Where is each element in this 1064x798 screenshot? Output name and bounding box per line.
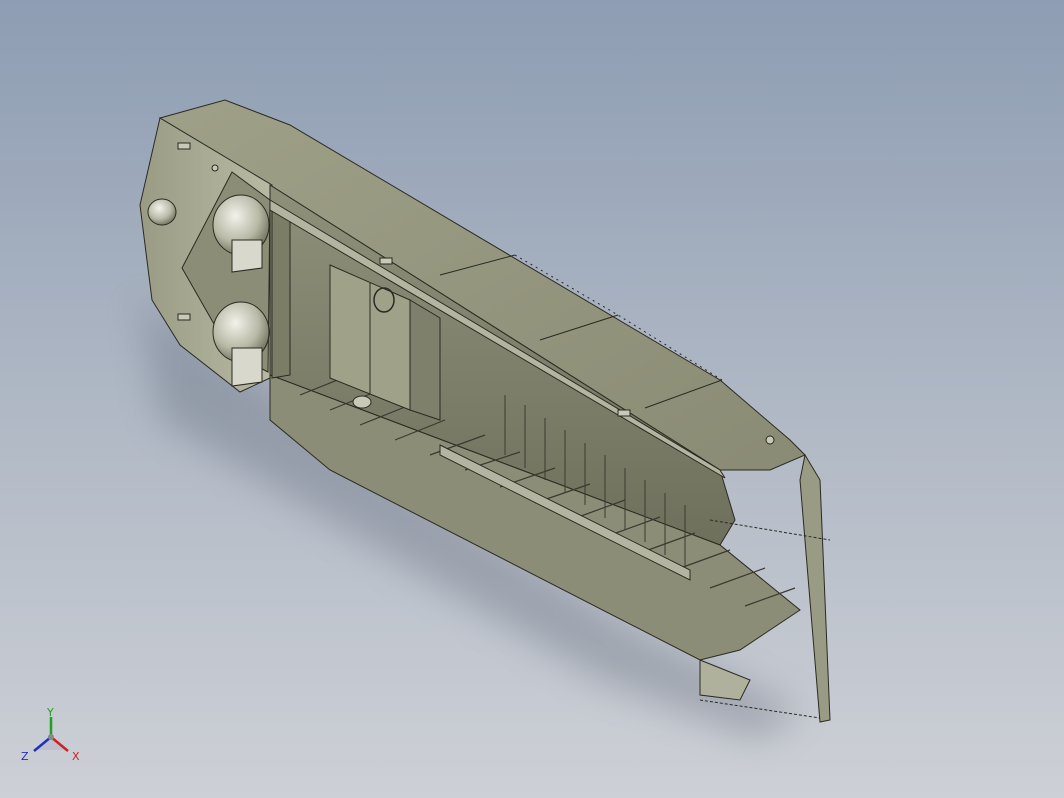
bow-ramp-lip bbox=[699, 659, 751, 701]
bow-ramp[interactable] bbox=[799, 453, 831, 723]
bulkhead-frame bbox=[409, 299, 441, 421]
y-axis-label: Y bbox=[47, 706, 54, 719]
z-axis-label: Z bbox=[21, 750, 29, 763]
coordinate-triad-icon[interactable]: Y X Z bbox=[20, 705, 85, 770]
landing-craft-model[interactable] bbox=[0, 0, 1064, 798]
graphics-viewport[interactable]: Y X Z bbox=[0, 0, 1064, 798]
capstan-icon bbox=[352, 395, 372, 409]
stern-porthole bbox=[147, 198, 177, 226]
bulkhead-wall bbox=[271, 207, 291, 379]
x-axis-label: X bbox=[72, 750, 80, 763]
